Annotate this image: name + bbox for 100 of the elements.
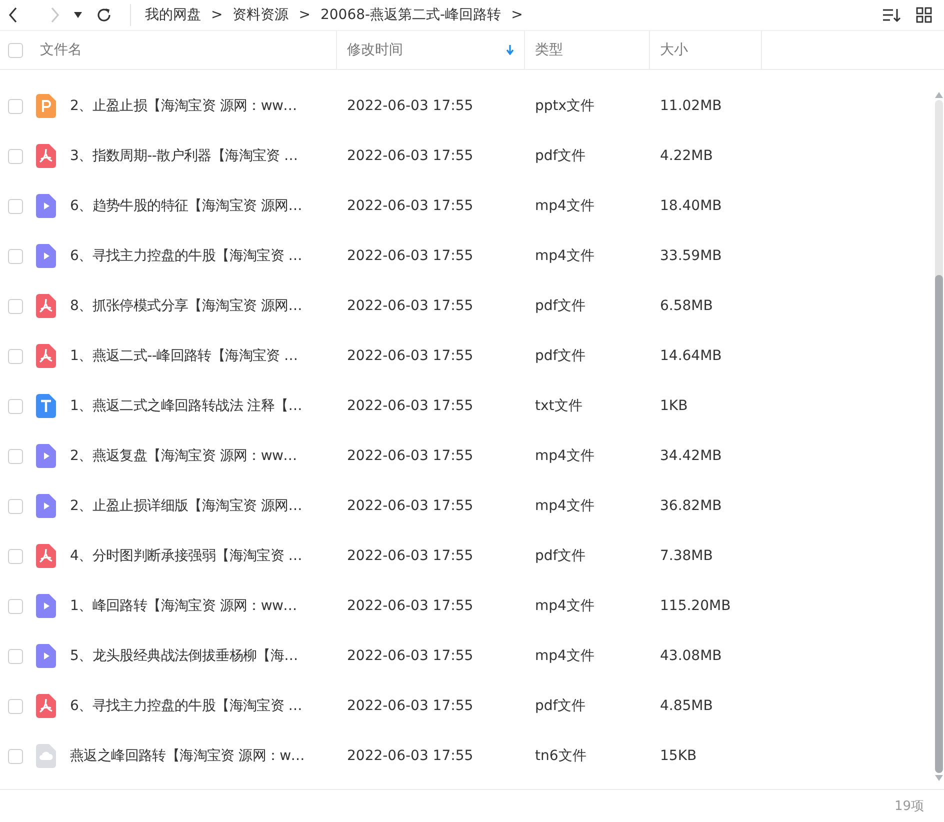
video-file-icon	[36, 244, 56, 268]
file-size: 18.40MB	[660, 198, 722, 214]
file-type: mp4文件	[535, 197, 594, 215]
video-file-icon	[36, 444, 56, 468]
checkbox[interactable]	[8, 42, 22, 58]
column-header[interactable]: 大小	[650, 31, 762, 69]
breadcrumb-separator: >	[298, 7, 310, 23]
dropdown-caret-icon[interactable]	[74, 12, 82, 18]
checkbox[interactable]	[8, 148, 22, 164]
checkbox[interactable]	[8, 448, 22, 464]
breadcrumb-item[interactable]: 我的网盘	[145, 6, 201, 24]
file-name[interactable]: 3、指数周期--散户利器【海淘宝资 …	[70, 147, 298, 165]
checkbox[interactable]	[8, 348, 22, 364]
file-name[interactable]: 4、分时图判断承接强弱【海淘宝资 …	[70, 547, 302, 565]
file-name[interactable]: 2、止盈止损【海淘宝资 源网：ww…	[70, 97, 297, 115]
checkbox[interactable]	[8, 598, 22, 614]
column-header[interactable]: 文件名	[30, 31, 337, 69]
video-file-icon	[36, 194, 56, 218]
file-type: mp4文件	[535, 447, 594, 465]
pdf-file-icon	[36, 144, 56, 168]
file-size: 4.85MB	[660, 698, 713, 714]
file-name[interactable]: 6、寻找主力控盘的牛股【海淘宝资 …	[70, 247, 302, 265]
column-header[interactable]: 修改时间	[337, 31, 525, 69]
file-type: pdf文件	[535, 697, 586, 715]
file-size: 36.82MB	[660, 498, 722, 514]
modified-time: 2022-06-03 17:55	[347, 148, 474, 164]
video-file-icon	[36, 494, 56, 518]
file-name[interactable]: 6、寻找主力控盘的牛股【海淘宝资 …	[70, 697, 302, 715]
column-header[interactable]: 类型	[525, 31, 650, 69]
breadcrumb-item[interactable]: 资料资源	[232, 6, 289, 24]
modified-time: 2022-06-03 17:55	[347, 348, 474, 364]
file-type: mp4文件	[535, 647, 594, 665]
file-name[interactable]: 1、燕返二式--峰回路转【海淘宝资 …	[70, 347, 298, 365]
back-icon[interactable]	[8, 7, 18, 23]
grid-view-icon[interactable]	[916, 7, 932, 23]
modified-time: 2022-06-03 17:55	[347, 248, 474, 264]
video-file-icon	[36, 644, 56, 668]
scrollbar-thumb[interactable]	[935, 274, 943, 773]
breadcrumb-separator: >	[511, 7, 523, 23]
sort-icon[interactable]	[882, 7, 902, 23]
checkbox[interactable]	[8, 498, 22, 514]
checkbox[interactable]	[8, 748, 22, 764]
modified-time: 2022-06-03 17:55	[347, 98, 474, 114]
file-type: mp4文件	[535, 247, 594, 265]
checkbox[interactable]	[8, 248, 22, 264]
file-type: tn6文件	[535, 747, 586, 765]
breadcrumb-separator: >	[211, 7, 223, 23]
file-size: 15KB	[660, 748, 697, 764]
file-name[interactable]: 2、止盈止损详细版【海淘宝资 源网…	[70, 497, 302, 515]
pdf-file-icon	[36, 694, 56, 718]
file-name[interactable]: 1、峰回路转【海淘宝资 源网：ww…	[70, 597, 297, 615]
file-size: 11.02MB	[660, 98, 722, 114]
modified-time: 2022-06-03 17:55	[347, 648, 474, 664]
file-name[interactable]: 8、抓张停模式分享【海淘宝资 源网…	[70, 297, 302, 315]
file-size: 43.08MB	[660, 648, 722, 664]
modified-time: 2022-06-03 17:55	[347, 448, 474, 464]
checkbox[interactable]	[8, 648, 22, 664]
file-type: pdf文件	[535, 147, 586, 165]
checkbox[interactable]	[8, 398, 22, 414]
pdf-file-icon	[36, 294, 56, 318]
file-size: 4.22MB	[660, 148, 713, 164]
file-type: pdf文件	[535, 347, 586, 365]
file-name[interactable]: 2、燕返复盘【海淘宝资 源网：ww…	[70, 447, 297, 465]
checkbox[interactable]	[8, 698, 22, 714]
file-size: 14.64MB	[660, 348, 722, 364]
scrollbar-track[interactable]	[935, 100, 943, 773]
file-size: 6.58MB	[660, 298, 713, 314]
file-type: pdf文件	[535, 547, 586, 565]
file-size: 1KB	[660, 398, 688, 414]
breadcrumb-item[interactable]: 20068-燕返第二式-峰回路转	[320, 6, 502, 24]
file-size: 115.20MB	[660, 598, 731, 614]
pdf-file-icon	[36, 544, 56, 568]
file-name[interactable]: 5、龙头股经典战法倒拔垂杨柳【海…	[70, 647, 298, 665]
modified-time: 2022-06-03 17:55	[347, 398, 474, 414]
file-type: pdf文件	[535, 297, 586, 315]
checkbox[interactable]	[8, 198, 22, 214]
modified-time: 2022-06-03 17:55	[347, 598, 474, 614]
modified-time: 2022-06-03 17:55	[347, 198, 474, 214]
file-size: 34.42MB	[660, 448, 722, 464]
file-type: mp4文件	[535, 597, 594, 615]
scroll-down-icon[interactable]	[935, 775, 943, 781]
video-file-icon	[36, 594, 56, 618]
file-size: 7.38MB	[660, 548, 713, 564]
modified-time: 2022-06-03 17:55	[347, 548, 474, 564]
file-name[interactable]: 燕返之峰回路转【海淘宝资 源网：w…	[70, 747, 305, 765]
item-count: 19项	[894, 798, 924, 815]
modified-time: 2022-06-03 17:55	[347, 748, 474, 764]
refresh-icon[interactable]	[96, 7, 112, 23]
file-name[interactable]: 1、燕返二式之峰回路转战法 注释【…	[70, 397, 302, 415]
scroll-up-icon[interactable]	[935, 92, 943, 98]
text-file-icon	[36, 394, 56, 418]
checkbox[interactable]	[8, 298, 22, 314]
modified-time: 2022-06-03 17:55	[347, 498, 474, 514]
modified-time: 2022-06-03 17:55	[347, 298, 474, 314]
modified-time: 2022-06-03 17:55	[347, 698, 474, 714]
checkbox[interactable]	[8, 98, 22, 114]
file-name[interactable]: 6、趋势牛股的特征【海淘宝资 源网…	[70, 197, 302, 215]
file-type: txt文件	[535, 397, 582, 415]
checkbox[interactable]	[8, 548, 22, 564]
file-size: 33.59MB	[660, 248, 722, 264]
